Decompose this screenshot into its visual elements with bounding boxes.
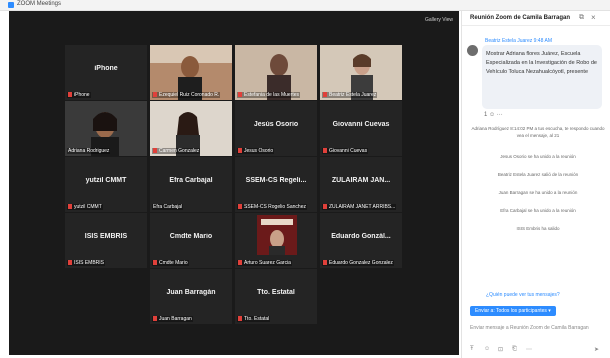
participant-name-big: yutzil CMMT xyxy=(85,177,127,184)
send-icon[interactable]: ➤ xyxy=(594,346,599,353)
message-sender: Beatriz Estela Juarez 9:48 AM xyxy=(485,38,552,44)
participant-tile[interactable]: Giovanni Cuevas Giovanni Cuevas xyxy=(320,101,402,156)
participant-caption: Eduardo Gonzalez Gonzalez xyxy=(322,260,394,266)
message-bubble[interactable]: Mostrar Adriana flores Juárez, Escuela E… xyxy=(482,45,602,109)
participant-name-big: Tto. Estatal xyxy=(257,289,295,296)
mic-muted-icon xyxy=(68,260,72,266)
participant-tile[interactable]: Eduardo Gonzál... Eduardo Gonzalez Gonza… xyxy=(320,213,402,268)
mic-muted-icon xyxy=(323,260,327,266)
mic-muted-icon xyxy=(323,92,327,98)
window-title: ZOOM Meetings xyxy=(17,1,62,7)
participant-name-big: Giovanni Cuevas xyxy=(332,121,390,128)
participant-name-big: SSEM-CS Regeli... xyxy=(245,177,307,184)
participant-tile[interactable]: ISIS EMBRIS ISIS EMBRIS xyxy=(65,213,147,268)
mic-muted-icon xyxy=(323,148,327,154)
participant-caption: Estefania de las Muertes xyxy=(237,92,301,98)
file-icon[interactable]: ⎗ xyxy=(512,346,517,353)
participant-name-big: Juan Barragán xyxy=(166,289,216,296)
format-icon[interactable]: Ŧ xyxy=(470,346,474,352)
chat-panel: Reunión Zoom de Camila Barragan ⧉ × Beat… xyxy=(461,11,610,358)
participant-tile[interactable]: iPhone iPhone xyxy=(65,45,147,100)
zoom-logo-icon xyxy=(8,2,14,8)
participant-name-big: Eduardo Gonzál... xyxy=(331,233,391,240)
mic-muted-icon xyxy=(238,260,242,266)
mic-muted-icon xyxy=(153,316,157,322)
participant-caption: yutzil CMMT xyxy=(67,204,103,210)
emoji-icon[interactable]: ☺ xyxy=(484,346,490,352)
participant-tile[interactable]: Juan Barragán Juan Barragan xyxy=(150,269,232,324)
participant-caption: Cmdte Mario xyxy=(152,260,189,266)
mic-muted-icon xyxy=(238,204,242,210)
participant-name-big: ISIS EMBRIS xyxy=(84,233,128,240)
chat-toolbar: Ŧ ☺ ⊡ ⎗ ⋯ ➤ xyxy=(468,346,608,356)
mic-muted-icon xyxy=(68,204,72,210)
participant-name-big: Cmdte Mario xyxy=(169,233,213,240)
participant-caption: Giovanni Cuevas xyxy=(322,148,369,154)
participant-tile[interactable]: Estefania de las Muertes xyxy=(235,45,317,100)
system-message: Beatriz Estela Juarez salió de la reunió… xyxy=(497,172,579,177)
system-message: Juan Barragan se ha unido a la reunión xyxy=(498,190,578,195)
participant-tile[interactable]: Cmdte Mario Cmdte Mario xyxy=(150,213,232,268)
participant-caption: Efra Carbajal xyxy=(152,204,184,210)
mic-muted-icon xyxy=(238,148,242,154)
participant-tile[interactable]: Ezequiel Ruiz Coronado R. xyxy=(150,45,232,100)
participant-caption: SSEM-CS Rogelio Sanchez xyxy=(237,204,307,210)
system-message: Efra Carbajal se ha unido a la reunión xyxy=(500,208,576,213)
participant-caption: Juan Barragan xyxy=(152,316,193,322)
who-can-see-link[interactable]: ¿Quién puede ver tus mensajes? xyxy=(486,292,560,298)
participant-tile[interactable]: Carmen Gonzalez xyxy=(150,101,232,156)
message-text: Mostrar Adriana flores Juárez, Escuela E… xyxy=(486,51,597,75)
chat-input[interactable]: Enviar mensaje a Reunión Zoom de Camila … xyxy=(470,325,600,332)
participant-caption: Beatriz Estela Juarez xyxy=(322,92,378,98)
more-icon[interactable]: ⋯ xyxy=(526,346,532,353)
meeting-video-area: Gallery View iPhone iPhone Ezequiel Ruiz… xyxy=(9,11,459,355)
mic-muted-icon xyxy=(153,148,157,154)
mic-muted-icon xyxy=(153,260,157,266)
participant-caption: Adriana Rodriguez xyxy=(67,148,111,154)
chat-title: Reunión Zoom de Camila Barragan xyxy=(470,15,571,21)
participant-caption: Tto. Estatal xyxy=(237,316,271,322)
gallery-view-button[interactable]: Gallery View xyxy=(425,17,453,23)
chat-header: Reunión Zoom de Camila Barragan ⧉ × xyxy=(462,11,610,26)
popout-icon[interactable]: ⧉ xyxy=(579,14,584,22)
participant-caption: Carmen Gonzalez xyxy=(152,148,201,154)
participant-caption: ISIS EMBRIS xyxy=(67,260,106,266)
send-to-dropdown[interactable]: Enviar a: Todos los participantes ▾ xyxy=(470,306,556,316)
participant-caption: Arturo Suarez Garcia xyxy=(237,260,292,266)
system-message: ISIS Embris ha salido xyxy=(516,226,560,231)
participant-caption: Ezequiel Ruiz Coronado R. xyxy=(152,92,221,98)
system-message: Adriana Rodríguez 8:14:02 PM a tus escuc… xyxy=(471,126,605,138)
participant-tile-active-speaker[interactable]: Adriana Rodriguez xyxy=(65,101,147,156)
screenshot-icon[interactable]: ⊡ xyxy=(498,346,503,353)
participant-tile[interactable]: SSEM-CS Regeli... SSEM-CS Rogelio Sanche… xyxy=(235,157,317,212)
avatar xyxy=(467,45,478,56)
system-message: Jesus Osorio se ha unido a la reunión xyxy=(500,154,576,159)
participant-tile[interactable]: ZULAIRAM JAN... ZULAIRAM JANET ARRIBS... xyxy=(320,157,402,212)
mic-muted-icon xyxy=(68,92,72,98)
participant-tile[interactable]: Tto. Estatal Tto. Estatal xyxy=(235,269,317,324)
close-icon[interactable]: × xyxy=(591,13,596,22)
participant-caption: ZULAIRAM JANET ARRIBS... xyxy=(322,204,397,210)
reaction-bar[interactable]: 1 ☺ ··· xyxy=(484,112,503,118)
participant-name-big: iPhone xyxy=(94,65,118,72)
participant-caption: iPhone xyxy=(67,92,91,98)
participant-name-big: Jesús Osorio xyxy=(253,121,299,128)
participant-tile[interactable]: Efra Carbajal Efra Carbajal xyxy=(150,157,232,212)
mic-muted-icon xyxy=(238,316,242,322)
participant-tile[interactable]: Beatriz Estela Juarez xyxy=(320,45,402,100)
participant-tile[interactable]: yutzil CMMT yutzil CMMT xyxy=(65,157,147,212)
mic-muted-icon xyxy=(238,92,242,98)
participant-tile[interactable]: Jesús Osorio Jesus Osorio xyxy=(235,101,317,156)
title-bar: ZOOM Meetings xyxy=(0,0,610,11)
participant-tile[interactable]: Arturo Suarez Garcia xyxy=(235,213,317,268)
participant-name-big: Efra Carbajal xyxy=(169,177,213,184)
mic-muted-icon xyxy=(323,204,327,210)
mic-muted-icon xyxy=(153,92,157,98)
participant-caption: Jesus Osorio xyxy=(237,148,275,154)
participant-name-big: ZULAIRAM JAN... xyxy=(331,177,391,184)
